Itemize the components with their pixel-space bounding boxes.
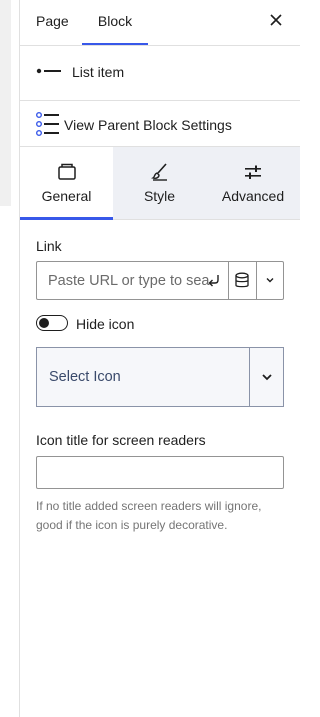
list-icon [36,112,59,136]
icon-title-label: Icon title for screen readers [36,432,206,448]
icon-select-placeholder: Select Icon [49,369,121,385]
tab-style[interactable]: Style [113,147,206,220]
chevron-down-icon[interactable] [261,372,273,382]
tab-advanced[interactable]: Advanced [206,147,300,220]
icon-select[interactable]: Select Icon [36,347,284,407]
hide-icon-label: Hide icon [76,316,135,332]
panel-icon [57,163,76,180]
sidebar-header: Page Block [20,0,300,46]
tab-style-label: Style [143,188,176,204]
sliders-icon [245,165,261,179]
block-card: List item [20,46,300,101]
icon-title-help: If no title added screen readers will ig… [36,499,262,532]
icon-select-divider [249,348,250,406]
tab-page[interactable]: Page [36,0,69,46]
link-divider [228,262,229,299]
link-divider-2 [256,262,257,299]
close-icon[interactable] [268,12,284,28]
chevron-down-icon[interactable] [264,275,276,285]
block-name: List item [72,64,125,80]
tab-general[interactable]: General [20,147,113,220]
link-label: Link [36,238,62,254]
block-settings-sidebar: Page Block List item View Parent Block S… [20,0,300,717]
icon-title-input[interactable] [36,456,284,489]
link-input[interactable] [48,262,210,299]
view-parent-settings-button[interactable]: View Parent Block Settings [20,101,300,147]
tab-general-label: General [41,188,92,204]
brush-icon [150,163,167,181]
enter-icon[interactable] [206,272,222,288]
tab-advanced-label: Advanced [221,188,285,204]
editor-canvas-block [0,0,11,206]
settings-tabs: General Style Advanced [20,147,300,220]
link-control [36,261,284,300]
list-item-icon [36,68,61,74]
database-icon[interactable] [234,272,250,289]
view-parent-label: View Parent Block Settings [64,117,232,133]
hide-icon-toggle[interactable] [36,315,68,331]
toggle-knob [39,318,49,328]
tab-block[interactable]: Block [82,0,148,45]
